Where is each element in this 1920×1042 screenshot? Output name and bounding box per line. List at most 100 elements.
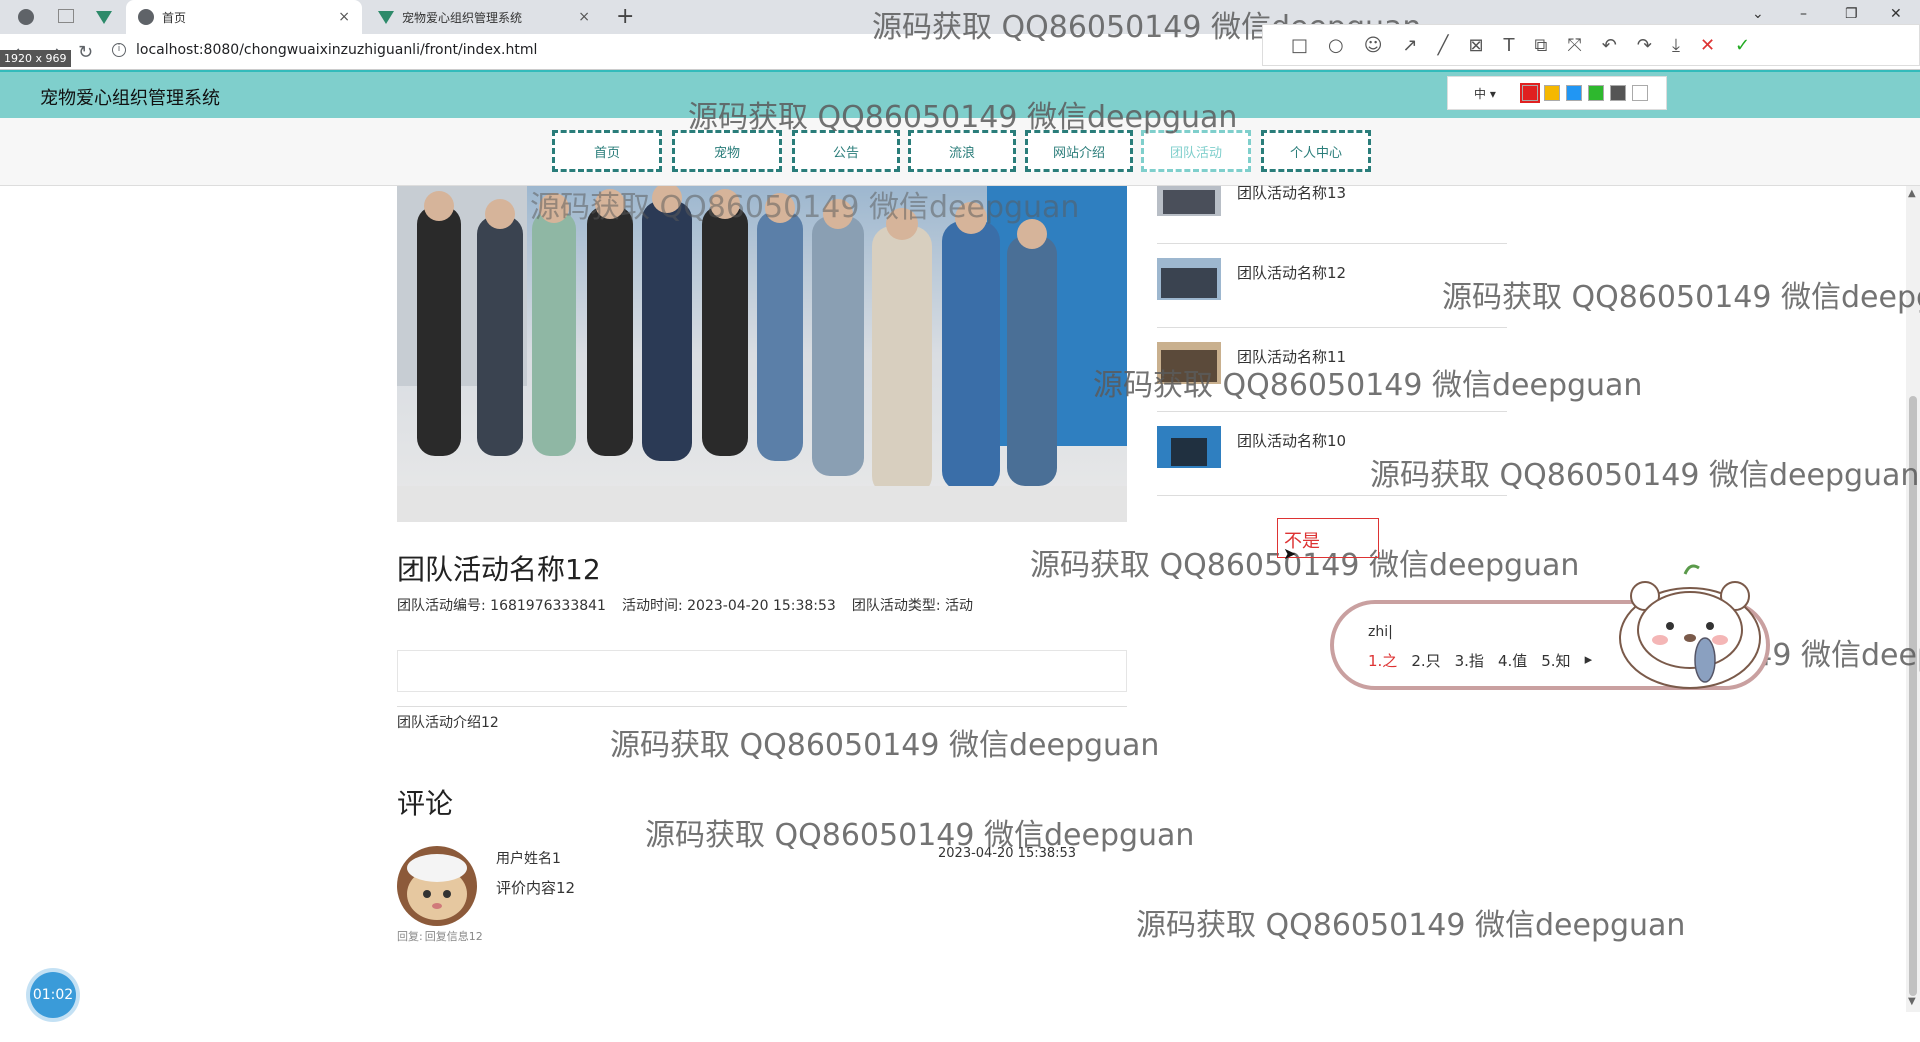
sidebar-item-10[interactable]: 团队活动名称10 bbox=[1157, 412, 1507, 496]
meta-item: 活动时间: 2023-04-20 15:38:53 bbox=[622, 595, 836, 615]
sidebar-item-12[interactable]: 团队活动名称12 bbox=[1157, 244, 1507, 328]
scroll-up-icon[interactable]: ▲ bbox=[1908, 188, 1916, 199]
tab-search-icon[interactable]: ⌄ bbox=[1752, 6, 1764, 22]
color-swatch-gray[interactable] bbox=[1609, 85, 1626, 101]
cancel-icon[interactable]: ✕ bbox=[1700, 35, 1715, 56]
activity-intro: 团队活动介绍12 bbox=[397, 715, 499, 731]
activity-title: 团队活动名称12 bbox=[397, 553, 601, 586]
emoji-tool-icon[interactable]: ☺ bbox=[1364, 35, 1383, 56]
share-icon[interactable]: ↷ bbox=[1637, 35, 1652, 56]
undo-icon[interactable]: ↶ bbox=[1602, 35, 1617, 56]
ime-input: zhi| bbox=[1368, 624, 1393, 640]
meta-label: 团队活动编号: bbox=[397, 598, 486, 614]
activity-thumbnail bbox=[1157, 258, 1221, 300]
activity-thumbnail bbox=[1157, 426, 1221, 468]
meta-label: 团队活动类型: bbox=[851, 598, 941, 614]
reply-text: 回复信息12 bbox=[424, 930, 483, 943]
reload-icon[interactable]: ↻ bbox=[78, 42, 93, 63]
ime-candidate[interactable]: 1.之 bbox=[1368, 650, 1397, 671]
pin-tool-icon[interactable]: ⧉ bbox=[1535, 35, 1548, 56]
recording-timer[interactable]: 01:02 bbox=[30, 972, 76, 1018]
watermark: 源码获取 QQ86050149 微信deepguan bbox=[1136, 908, 1686, 943]
watermark: 源码获取 QQ86050149 微信deepguan bbox=[610, 728, 1160, 763]
comment-reply: 回复: 回复信息12 bbox=[397, 928, 483, 944]
scroll-down-icon[interactable]: ▼ bbox=[1908, 996, 1916, 1007]
mosaic-tool-icon[interactable]: ⊠ bbox=[1468, 35, 1483, 56]
nav-home[interactable]: 首页 bbox=[552, 130, 662, 172]
arrow-tool-icon[interactable]: ↗ bbox=[1403, 35, 1418, 56]
activity-photo bbox=[397, 186, 1127, 522]
vue-icon bbox=[378, 10, 394, 24]
ime-candidate[interactable]: 4.值 bbox=[1498, 650, 1527, 671]
meta-label: 活动时间: bbox=[621, 598, 683, 614]
ellipse-tool-icon[interactable]: ○ bbox=[1328, 35, 1344, 56]
maximize-button[interactable]: ❐ bbox=[1845, 6, 1858, 22]
globe-icon bbox=[138, 9, 154, 25]
reply-label: 回复: bbox=[397, 930, 423, 943]
site-title: 宠物爱心组织管理系统 bbox=[40, 88, 220, 109]
rectangle-tool-icon[interactable]: □ bbox=[1291, 35, 1308, 56]
snip-toolbar: □ ○ ☺ ↗ ╱ ⊠ T ⧉ ⤧ ↶ ↷ ⤓ ✕ ✓ bbox=[1262, 24, 1920, 66]
ime-candidate[interactable]: 2.只 bbox=[1411, 650, 1440, 671]
comment-user: 用户姓名1 bbox=[496, 851, 561, 867]
vue-icon[interactable] bbox=[96, 11, 112, 24]
comments-heading: 评论 bbox=[397, 787, 454, 820]
ime-mascot bbox=[1605, 560, 1775, 690]
close-icon[interactable]: × bbox=[338, 9, 350, 25]
divider bbox=[397, 706, 1127, 707]
dimension-label: 1920 x 969 bbox=[0, 50, 71, 67]
ime-candidates: 1.之 2.只 3.指 4.值 5.知 ▸ bbox=[1368, 650, 1592, 671]
minimize-button[interactable]: – bbox=[1800, 6, 1807, 22]
expand-tool-icon[interactable]: ⤧ bbox=[1567, 35, 1581, 56]
mouse-cursor-icon: ➤ bbox=[1283, 544, 1297, 563]
meta-item: 团队活动编号: 1681976333841 bbox=[397, 595, 606, 615]
comment-time: 2023-04-20 15:38:53 bbox=[938, 846, 1077, 861]
line-tool-icon[interactable]: ╱ bbox=[1438, 35, 1449, 56]
color-swatch-green[interactable] bbox=[1587, 85, 1604, 101]
info-icon[interactable]: i bbox=[112, 43, 126, 57]
ime-candidate[interactable]: 3.指 bbox=[1455, 650, 1484, 671]
meta-item: 团队活动类型: 活动 bbox=[852, 595, 973, 615]
watermark: 源码获取 QQ86050149 微信deepg bbox=[1442, 280, 1920, 315]
sidebar-item-label: 团队活动名称13 bbox=[1237, 184, 1347, 202]
meta-value: 活动 bbox=[945, 598, 974, 614]
avatar bbox=[397, 846, 477, 926]
comment-content: 评价内容12 bbox=[496, 879, 576, 897]
color-swatch-white[interactable] bbox=[1631, 85, 1648, 101]
size-dropdown[interactable]: 中 ▾ bbox=[1474, 85, 1496, 102]
color-swatch-yellow[interactable] bbox=[1543, 85, 1560, 101]
color-swatch-blue[interactable] bbox=[1565, 85, 1582, 101]
close-icon[interactable]: × bbox=[578, 9, 590, 25]
color-swatch-red[interactable] bbox=[1519, 83, 1540, 103]
activity-thumbnail bbox=[1157, 186, 1221, 216]
content-box bbox=[397, 650, 1127, 692]
tab-system[interactable]: 宠物爱心组织管理系统 × bbox=[366, 0, 602, 34]
nav-stray[interactable]: 流浪 bbox=[908, 130, 1016, 172]
sidebar-item-label: 团队活动名称12 bbox=[1237, 264, 1347, 282]
close-window-button[interactable]: ✕ bbox=[1890, 6, 1902, 22]
ime-next-icon[interactable]: ▸ bbox=[1585, 650, 1593, 671]
snip-color-picker: 中 ▾ bbox=[1447, 76, 1667, 110]
nav-notices[interactable]: 公告 bbox=[792, 130, 900, 172]
page-scrollbar[interactable]: ▲ ▼ bbox=[1906, 186, 1920, 1012]
sidebar-item-13[interactable]: 团队活动名称13 bbox=[1157, 160, 1507, 244]
sidebar-item-label: 团队活动名称11 bbox=[1237, 348, 1347, 366]
sidebar-item-11[interactable]: 团队活动名称11 bbox=[1157, 328, 1507, 412]
sidebar-item-label: 团队活动名称10 bbox=[1237, 432, 1347, 450]
scroll-thumb[interactable] bbox=[1909, 396, 1917, 996]
tab-placeholder-icon[interactable] bbox=[58, 9, 74, 23]
download-icon[interactable]: ⤓ bbox=[1672, 35, 1680, 56]
tab-label: 首页 bbox=[162, 10, 187, 25]
confirm-icon[interactable]: ✓ bbox=[1735, 35, 1750, 56]
url-field[interactable]: i localhost:8080/chongwuaixinzuzhiguanli… bbox=[112, 42, 537, 58]
new-tab-button[interactable]: + bbox=[616, 4, 634, 29]
screen: 首页 × 宠物爱心组织管理系统 × + ⌄ – ❐ ✕ ← → ↻ i loca… bbox=[0, 0, 1920, 1042]
ime-candidate[interactable]: 5.知 bbox=[1541, 650, 1570, 671]
text-tool-icon[interactable]: T bbox=[1504, 35, 1515, 56]
meta-value: 1681976333841 bbox=[490, 598, 606, 614]
tab-home[interactable]: 首页 × bbox=[126, 0, 362, 34]
nav-about[interactable]: 网站介绍 bbox=[1025, 130, 1133, 172]
activity-meta: 团队活动编号: 1681976333841 活动时间: 2023-04-20 1… bbox=[397, 595, 973, 615]
nav-pets[interactable]: 宠物 bbox=[672, 130, 782, 172]
activity-thumbnail bbox=[1157, 342, 1221, 384]
